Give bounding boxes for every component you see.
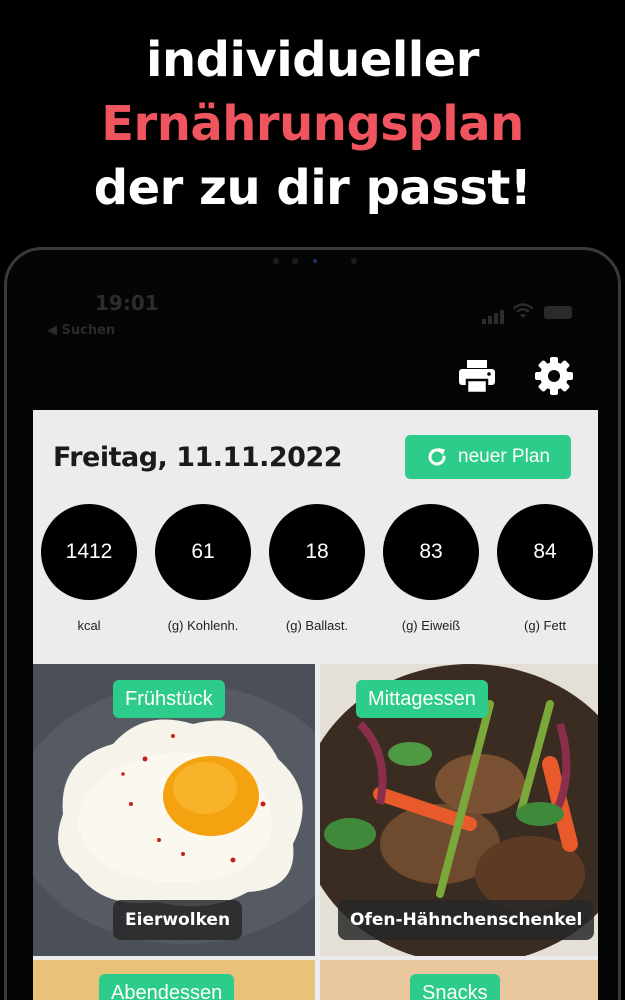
new-plan-label: neuer Plan [458,446,550,467]
battery-icon [544,306,572,319]
tablet-frame: 19:01 ◀ Suchen Freitag, 11.11.2022 neuer… [4,247,621,1000]
stat-label: (g) Ballast. [285,618,349,633]
sensor-dot [351,258,357,264]
signal-icon [482,305,506,324]
meal-category-badge: Mittagessen [356,680,488,718]
stat-kcal: 1412 kcal [33,504,146,633]
stat-label: (g) Eiweiß [401,618,461,633]
plan-panel: Freitag, 11.11.2022 neuer Plan 1412 kcal… [33,410,598,1000]
sensor-dot [273,258,279,264]
meal-tile-breakfast[interactable]: Frühstück Eierwolken [33,664,315,956]
headline: individueller Ernährungsplan der zu dir … [0,28,625,220]
refresh-icon [428,448,446,466]
stat-value: 1412 [41,504,137,600]
stat-value: 18 [269,504,365,600]
stat-value: 61 [155,504,251,600]
sensor-dot [292,258,298,264]
new-plan-button[interactable]: neuer Plan [405,435,571,479]
status-bar: 19:01 ◀ Suchen [33,279,598,347]
plan-date: Freitag, 11.11.2022 [53,442,343,473]
meal-category-badge: Frühstück [113,680,225,718]
meal-name: Ofen-Hähnchenschenkel [338,900,595,940]
meal-category-badge: Snacks [410,974,500,1000]
stat-carbs: 61 (g) Kohlenh. [146,504,260,633]
gear-icon[interactable] [534,356,574,396]
stat-fat: 84 (g) Fett [488,504,598,633]
meal-tile-dinner[interactable]: Abendessen [33,960,315,1000]
stat-protein: 83 (g) Eiweiß [374,504,488,633]
meal-name: Eierwolken [113,900,243,940]
meal-tile-snacks[interactable]: Snacks [320,960,598,1000]
stat-label: (g) Fett [524,618,566,633]
status-time: 19:01 [95,291,159,315]
nutrition-stats: 1412 kcal 61 (g) Kohlenh. 18 (g) Ballast… [33,504,598,634]
toolbar [33,350,598,410]
headline-line-2: Ernährungsplan [101,96,524,152]
headline-line-1: individueller [146,32,479,88]
wifi-icon [512,303,534,318]
stat-label: kcal [77,618,101,633]
stat-label: (g) Kohlenh. [167,618,239,633]
meal-tile-lunch[interactable]: Mittagessen Ofen-Hähnchenschenkel [320,664,598,956]
stat-value: 83 [383,504,479,600]
meal-category-badge: Abendessen [99,974,235,1000]
headline-line-3: der zu dir passt! [93,160,532,216]
printer-icon[interactable] [457,356,497,396]
camera-icon [313,259,317,263]
stat-fiber: 18 (g) Ballast. [260,504,374,633]
back-to-search-link[interactable]: ◀ Suchen [47,323,115,338]
stat-value: 84 [497,504,593,600]
